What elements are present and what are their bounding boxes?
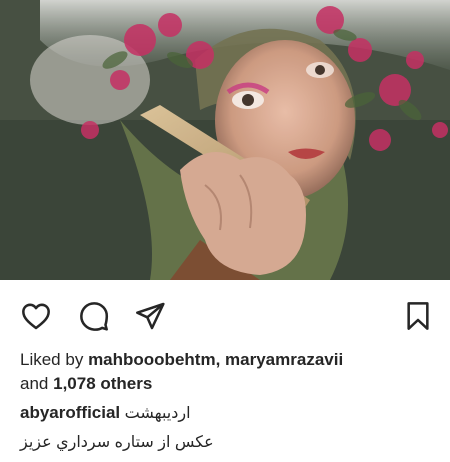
comment-icon <box>80 302 109 331</box>
likes-prefix: Liked by <box>20 350 84 369</box>
post-photo[interactable] <box>0 0 450 280</box>
bookmark-icon <box>407 302 429 330</box>
send-icon <box>136 302 165 330</box>
liker-username-2[interactable]: maryamrazavii <box>225 350 343 369</box>
likes-summary: Liked by mahbooobehtm, maryamrazavii and… <box>20 348 435 396</box>
post-caption: abyarofficial اردیبهشت <box>20 402 435 425</box>
likes-and: and <box>20 374 49 393</box>
comment-button[interactable] <box>76 298 112 334</box>
caption-text-2: عکس از ستاره سرداري عزيز <box>20 434 214 451</box>
caption-text-1: اردیبهشت <box>124 405 191 422</box>
like-button[interactable] <box>18 298 54 334</box>
liker-username-1[interactable]: mahbooobehtm <box>88 350 216 369</box>
likes-others-count[interactable]: 1,078 others <box>53 374 152 393</box>
share-button[interactable] <box>132 298 168 334</box>
post-actions-bar <box>0 290 450 342</box>
post-author-username[interactable]: abyarofficial <box>20 403 120 422</box>
likes-separator: , <box>215 350 221 369</box>
heart-icon <box>22 303 50 330</box>
save-button[interactable] <box>400 298 436 334</box>
photo-illustration <box>0 0 450 280</box>
